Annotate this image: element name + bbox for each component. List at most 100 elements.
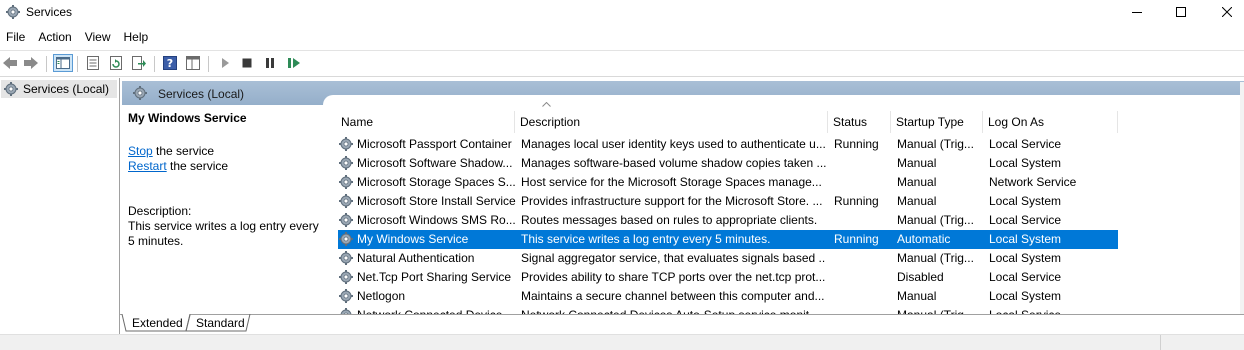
cell-name: Microsoft Store Install Service [357, 194, 516, 208]
title-bar: Services [0, 0, 1244, 24]
properties-button[interactable] [84, 54, 102, 72]
services-gear-icon [6, 5, 20, 19]
cell-logon: Local System [989, 251, 1062, 265]
cell-logon: Local Service [989, 213, 1062, 227]
view-tabs: Extended Standard [120, 314, 1244, 335]
stop-service-icon [242, 58, 252, 68]
stop-service-button[interactable] [238, 54, 256, 72]
column-header-description[interactable]: Description [515, 111, 828, 133]
cell-description: This service writes a log entry every 5 … [521, 232, 771, 246]
show-hide-console-tree-icon [56, 57, 70, 69]
tab-standard[interactable]: Standard [196, 314, 245, 332]
service-gear-icon [339, 270, 353, 284]
service-gear-icon [339, 137, 353, 151]
panel-header-label: Services (Local) [158, 87, 245, 101]
maximize-icon [1176, 7, 1186, 17]
table-row[interactable]: Network Connected Device... Network Conne… [338, 306, 1118, 314]
selected-service-name: My Windows Service [128, 111, 247, 125]
services-list: Microsoft Passport Container Manages loca… [338, 135, 1118, 314]
cell-name: Net.Tcp Port Sharing Service [357, 270, 512, 284]
toolbar-separator [46, 56, 47, 72]
column-header-status[interactable]: Status [828, 111, 891, 133]
column-header-name[interactable]: Name [336, 111, 515, 133]
restart-service-button[interactable] [285, 54, 303, 72]
start-service-button[interactable] [216, 54, 234, 72]
service-gear-icon [339, 213, 353, 227]
column-header-log-on-as[interactable]: Log On As [983, 111, 1118, 133]
view-icon [186, 56, 200, 70]
cell-name: Network Connected Device... [357, 306, 517, 314]
cell-description: Signal aggregator service, that evaluate… [521, 251, 826, 265]
menu-file[interactable]: File [0, 27, 32, 47]
minimize-button[interactable] [1114, 0, 1160, 24]
show-hide-console-tree-button[interactable] [53, 54, 73, 72]
description-label: Description: [128, 204, 192, 218]
restart-service-link[interactable]: Restart [128, 159, 167, 173]
cell-name: My Windows Service [357, 232, 469, 246]
cell-startup: Manual [897, 194, 937, 208]
refresh-button[interactable] [107, 54, 125, 72]
help-icon: ? [163, 56, 177, 70]
table-row[interactable]: Netlogon Maintains a secure channel betwe… [338, 287, 1118, 306]
cell-startup: Manual (Trig... [897, 137, 974, 151]
cell-status: Running [834, 232, 879, 246]
cell-name: Microsoft Software Shadow... [357, 156, 513, 170]
cell-logon: Local System [989, 232, 1062, 246]
tab-extended[interactable]: Extended [132, 314, 183, 332]
cell-description: Provides infrastructure support for the … [521, 194, 823, 208]
stop-service-link[interactable]: Stop [128, 144, 153, 158]
cell-description: Provides ability to share TCP ports over… [521, 270, 826, 284]
table-row[interactable]: My Windows Service This service writes a … [338, 230, 1118, 249]
table-row[interactable]: Net.Tcp Port Sharing Service Provides abi… [338, 268, 1118, 287]
column-header-startup-type[interactable]: Startup Type [891, 111, 983, 133]
table-row[interactable]: Microsoft Store Install Service Provides … [338, 192, 1118, 211]
cell-status: Running [834, 137, 879, 151]
help-button[interactable]: ? [161, 54, 179, 72]
cell-startup: Manual [897, 289, 937, 303]
back-button[interactable] [1, 54, 19, 72]
maximize-button[interactable] [1158, 0, 1204, 24]
table-row[interactable]: Microsoft Windows SMS Ro... Routes messag… [338, 211, 1118, 230]
table-row[interactable]: Microsoft Software Shadow... Manages soft… [338, 154, 1118, 173]
cell-startup: Automatic [897, 232, 951, 246]
cell-logon: Network Service [989, 175, 1077, 189]
vertical-scrollbar[interactable] [1240, 82, 1244, 314]
start-service-icon [222, 58, 229, 68]
forward-button[interactable] [22, 54, 40, 72]
console-tree: Services (Local) [0, 78, 120, 348]
table-row[interactable]: Natural Authentication Signal aggregator … [338, 249, 1118, 268]
view-button[interactable] [184, 54, 202, 72]
cell-logon: Local System [989, 156, 1062, 170]
restart-suffix: the service [166, 159, 229, 173]
service-gear-icon [339, 289, 353, 303]
cell-description: Manages software-based volume shadow cop… [521, 156, 826, 170]
menu-view[interactable]: View [79, 27, 118, 47]
stop-suffix: the service [152, 144, 215, 158]
cell-logon: Local System [989, 289, 1062, 303]
services-gear-icon [133, 86, 147, 100]
menu-action[interactable]: Action [32, 27, 78, 47]
tree-item-services-local[interactable]: Services (Local) [1, 80, 117, 98]
pause-service-button[interactable] [261, 54, 279, 72]
back-arrow-icon [3, 57, 17, 69]
tree-item-label: Services (Local) [23, 82, 110, 96]
service-gear-icon [339, 251, 353, 265]
description-pane: My Windows Service Stop the service Rest… [128, 111, 328, 249]
cell-startup: Manual (Trig... [897, 306, 985, 314]
export-list-button[interactable] [130, 54, 148, 72]
menu-bar: File Action View Help [0, 27, 155, 47]
cell-status: Running [834, 194, 879, 208]
export-list-icon [132, 56, 146, 70]
refresh-icon [110, 56, 122, 70]
table-row[interactable]: Microsoft Passport Container Manages loca… [338, 135, 1118, 154]
table-row[interactable]: Microsoft Storage Spaces S... Host servic… [338, 173, 1118, 192]
description-text: This service writes a log entry every 5 … [128, 219, 319, 248]
cell-description: Manages local user identity keys used to… [521, 137, 826, 151]
cell-startup: Manual [897, 156, 937, 170]
close-button[interactable] [1204, 0, 1244, 24]
cell-description: Host service for the Microsoft Storage S… [521, 175, 822, 189]
list-area-tab [323, 95, 1244, 107]
services-panel: Services (Local) My Windows Service Stop… [122, 81, 1244, 314]
menu-help[interactable]: Help [118, 27, 156, 47]
toolbar-separator [154, 56, 155, 72]
